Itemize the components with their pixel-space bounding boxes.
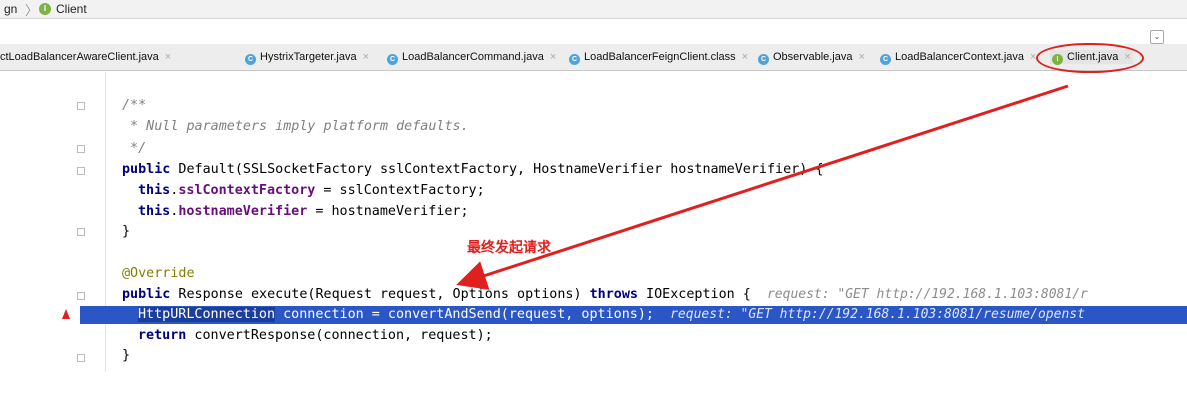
annotation-arrow [456, 84, 1069, 290]
